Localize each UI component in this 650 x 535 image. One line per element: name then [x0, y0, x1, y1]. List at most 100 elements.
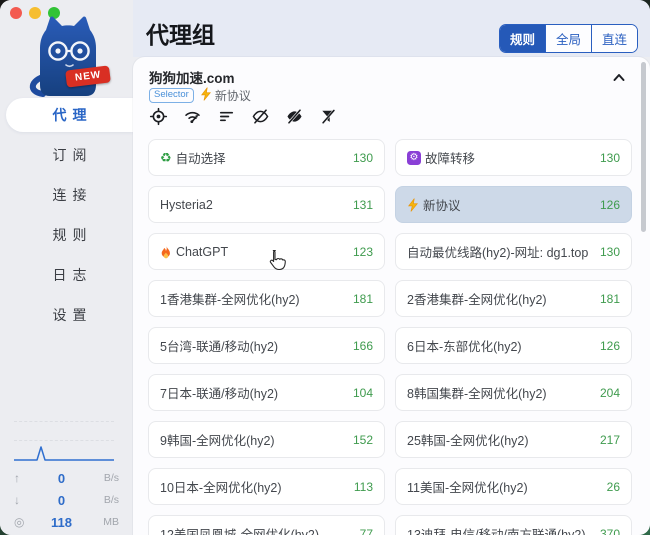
- traffic-stat-row: ↑0B/s: [14, 467, 119, 489]
- sidebar: NEW 代理订阅连接规则日志设置 ↑0B/s↓0B/s◎118MB: [0, 0, 133, 535]
- proxy-item[interactable]: Hysteria2131: [148, 186, 385, 223]
- gear-badge-icon: ⚙: [407, 151, 421, 165]
- upload-arrow-icon: ↑: [14, 471, 30, 485]
- mode-direct-button[interactable]: 直连: [591, 25, 637, 52]
- sidebar-item-label: 代理: [47, 105, 93, 125]
- proxy-name: 新协议: [423, 195, 461, 214]
- eye-off-button[interactable]: [285, 107, 304, 126]
- latency-value: 77: [360, 527, 373, 535]
- sidebar-item-connections[interactable]: 连接: [6, 178, 133, 212]
- fire-icon: [160, 245, 172, 259]
- filter-off-button[interactable]: [319, 107, 338, 126]
- stat-unit: B/s: [93, 472, 119, 484]
- proxy-item[interactable]: 自动最优线路(hy2)-网址: dg1.top 130: [395, 233, 632, 270]
- proxy-item[interactable]: 11美国-全网优化(hy2)26: [395, 468, 632, 505]
- proxy-item[interactable]: 13迪拜-电信/移动/南方联通(hy2) 370: [395, 515, 632, 535]
- mode-rule-button[interactable]: 规则: [500, 25, 545, 52]
- stat-unit: MB: [93, 516, 119, 528]
- page-title: 代理组: [146, 16, 215, 50]
- gridline: [14, 440, 114, 441]
- scrollbar[interactable]: [641, 62, 646, 232]
- proxy-name: 7日本-联通/移动(hy2): [160, 383, 278, 402]
- sidebar-item-rules[interactable]: 规则: [6, 218, 133, 252]
- latency-value: 130: [600, 245, 620, 259]
- proxy-item[interactable]: ChatGPT 123: [148, 233, 385, 270]
- proxy-name: 6日本-东部优化(hy2): [407, 336, 522, 355]
- sidebar-item-label: 连接: [47, 185, 93, 205]
- group-subtitle: Selector 新协议: [149, 87, 251, 104]
- locate-target-button[interactable]: [149, 107, 168, 126]
- latency-value: 126: [600, 198, 620, 212]
- proxy-item[interactable]: ⚙ 故障转移 130: [395, 139, 632, 176]
- stat-value: 118: [30, 515, 93, 530]
- download-arrow-icon: ↓: [14, 493, 30, 507]
- proxy-name: 1香港集群-全网优化(hy2): [160, 289, 300, 308]
- latency-value: 123: [353, 245, 373, 259]
- latency-value: 370: [600, 527, 620, 535]
- lightning-icon: [407, 198, 419, 212]
- proxy-item[interactable]: 7日本-联通/移动(hy2)104: [148, 374, 385, 411]
- sidebar-item-subscriptions[interactable]: 订阅: [6, 138, 133, 172]
- proxy-item[interactable]: 6日本-东部优化(hy2) 126: [395, 327, 632, 364]
- proxy-item[interactable]: 10日本-全网优化(hy2) 113: [148, 468, 385, 505]
- eye-outline-off-icon: [251, 107, 270, 126]
- sidebar-item-label: 设置: [47, 305, 93, 325]
- group-name: 狗狗加速.com: [149, 67, 235, 87]
- proxy-item[interactable]: 2香港集群-全网优化(hy2)181: [395, 280, 632, 317]
- proxy-grid: ♻自动选择130 ⚙ 故障转移 130 Hysteria2131 新协议 126 ChatGP…: [148, 139, 632, 535]
- latency-value: 166: [353, 339, 373, 353]
- traffic-panel: ↑0B/s↓0B/s◎118MB: [14, 421, 119, 533]
- sidebar-item-logs[interactable]: 日志: [6, 258, 133, 292]
- proxy-name: 13迪拜-电信/移动/南方联通(hy2): [407, 524, 586, 535]
- group-type-badge: Selector: [149, 88, 194, 104]
- latency-value: 131: [353, 198, 373, 212]
- latency-value: 126: [600, 339, 620, 353]
- lightning-icon: [200, 87, 212, 104]
- proxy-item[interactable]: ♻自动选择130: [148, 139, 385, 176]
- latency-value: 181: [353, 292, 373, 306]
- mode-global-button[interactable]: 全局: [545, 25, 591, 52]
- stat-unit: B/s: [93, 494, 119, 506]
- current-node-label: 新协议: [215, 87, 251, 104]
- total-traffic-icon: ◎: [14, 515, 30, 529]
- traffic-stats: ↑0B/s↓0B/s◎118MB: [14, 467, 119, 533]
- traffic-sparkline: [14, 444, 114, 463]
- filter-off-icon: [319, 107, 338, 126]
- speedtest-button[interactable]: [183, 107, 202, 126]
- sidebar-item-label: 规则: [47, 225, 93, 245]
- proxy-group-panel: 狗狗加速.com Selector 新协议 ♻自动选择130 ⚙ 故障转移 130 Hy…: [133, 57, 650, 535]
- outbound-mode-switch: 规则全局直连: [499, 24, 638, 53]
- proxy-name: 9韩国-全网优化(hy2): [160, 430, 275, 449]
- proxy-item[interactable]: 9韩国-全网优化(hy2) 152: [148, 421, 385, 458]
- latency-value: 181: [600, 292, 620, 306]
- proxy-name: 11美国-全网优化(hy2): [407, 477, 528, 496]
- proxy-item[interactable]: 8韩国集群-全网优化(hy2)204: [395, 374, 632, 411]
- locate-target-icon: [149, 107, 168, 126]
- proxy-item[interactable]: 5台湾-联通/移动(hy2) 166: [148, 327, 385, 364]
- proxy-item[interactable]: 新协议 126: [395, 186, 632, 223]
- proxy-item[interactable]: 12美国凤凰城-全网优化(hy2)77: [148, 515, 385, 535]
- sidebar-item-proxies[interactable]: 代理: [6, 98, 133, 132]
- stat-value: 0: [30, 493, 93, 508]
- proxy-name: 8韩国集群-全网优化(hy2): [407, 383, 547, 402]
- latency-value: 130: [600, 151, 620, 165]
- sort-desc-icon: [217, 107, 236, 126]
- proxy-name: 自动选择: [176, 148, 226, 167]
- close-button[interactable]: [10, 7, 22, 19]
- traffic-stat-row: ↓0B/s: [14, 489, 119, 511]
- proxy-name: 自动最优线路(hy2)-网址: dg1.top: [407, 242, 588, 261]
- eye-off-icon: [285, 107, 304, 126]
- proxy-item[interactable]: 1香港集群-全网优化(hy2) 181: [148, 280, 385, 317]
- eye-outline-off-button[interactable]: [251, 107, 270, 126]
- latency-value: 113: [354, 480, 373, 494]
- proxy-name: 10日本-全网优化(hy2): [160, 477, 282, 496]
- sidebar-menu: 代理订阅连接规则日志设置: [0, 98, 133, 338]
- collapse-group-button[interactable]: [610, 69, 628, 87]
- sidebar-item-settings[interactable]: 设置: [6, 298, 133, 332]
- latency-value: 152: [353, 433, 373, 447]
- proxy-item[interactable]: 25韩国-全网优化(hy2)217: [395, 421, 632, 458]
- proxy-name: 故障转移: [425, 148, 475, 167]
- proxy-name: 5台湾-联通/移动(hy2): [160, 336, 278, 355]
- proxy-name: ChatGPT: [176, 245, 228, 259]
- sort-desc-button[interactable]: [217, 107, 236, 126]
